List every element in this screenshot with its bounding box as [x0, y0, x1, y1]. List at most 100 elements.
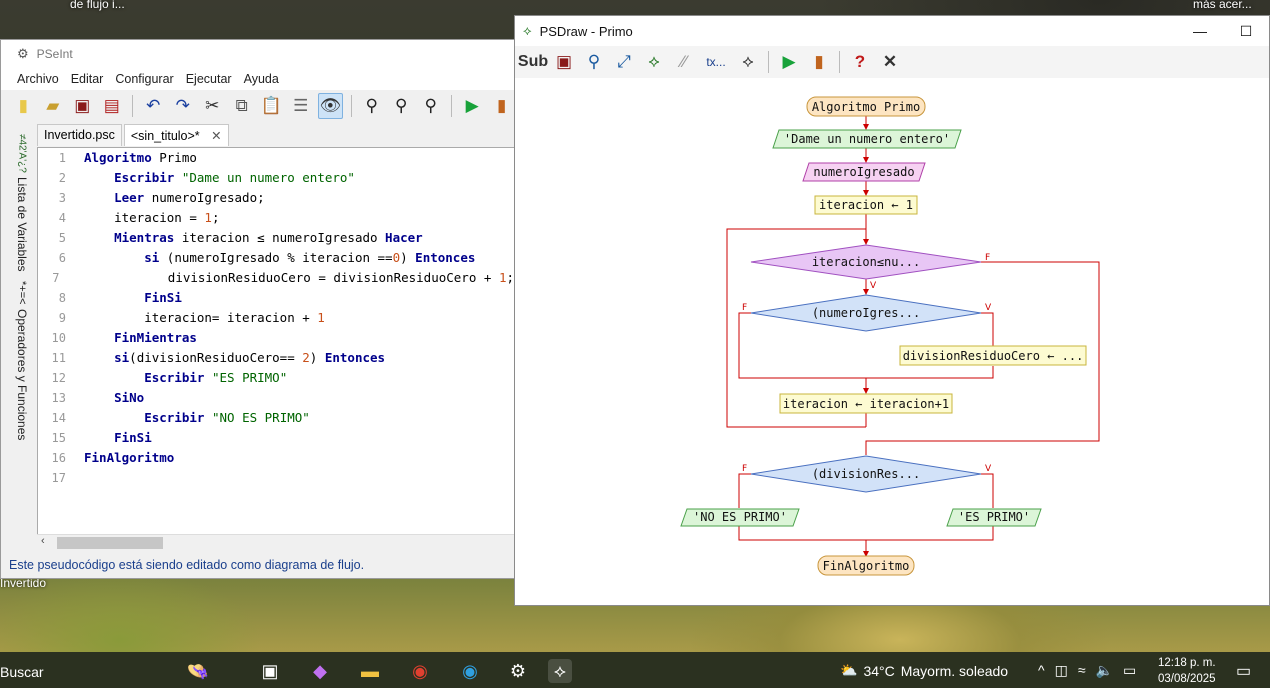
run-icon[interactable]: ▶	[776, 49, 802, 75]
search-box[interactable]: Buscar	[0, 664, 44, 680]
comments-icon[interactable]: ⁄⁄	[671, 49, 697, 75]
copilot-icon[interactable]: ◆	[308, 659, 332, 683]
code-line[interactable]: 7 divisionResiduoCero = divisionResiduoC…	[38, 268, 514, 288]
end-node[interactable]: FinAlgoritmo	[817, 555, 915, 576]
cut-icon[interactable]: ✂	[200, 93, 225, 119]
date: 03/08/2025	[1158, 673, 1216, 685]
weather-widget[interactable]: ⛅ 34°C Mayorm. soleado	[840, 662, 1008, 679]
line-number: 16	[51, 451, 66, 465]
menu-archivo[interactable]: Archivo	[17, 72, 59, 86]
paste-icon[interactable]: 📋	[259, 93, 284, 119]
edge-icon[interactable]: ◉	[458, 659, 482, 683]
menu-configurar[interactable]: Configurar	[115, 72, 173, 86]
psdraw-taskbar-icon[interactable]: ⟡	[548, 659, 572, 683]
code-text: FinMientras	[114, 330, 197, 345]
code-line[interactable]: 4 iteracion = 1;	[38, 208, 514, 228]
code-line[interactable]: 12 Escribir "ES PRIMO"	[38, 368, 514, 388]
while-decision[interactable]: iteracion≤nu...	[750, 244, 982, 280]
tab-sin-titulo[interactable]: <sin_titulo>* ✕	[123, 124, 229, 146]
code-line[interactable]: 8 FinSi	[38, 288, 514, 308]
flowchart-canvas[interactable]: Algoritmo Primo 'Dame un numero entero' …	[515, 78, 1269, 605]
scrollbar-thumb[interactable]	[57, 537, 163, 549]
start-node[interactable]: Algoritmo Primo	[806, 96, 926, 117]
code-line[interactable]: 13 SiNo	[38, 388, 514, 408]
code-line[interactable]: 5 Mientras iteracion ≤ numeroIgresado Ha…	[38, 228, 514, 248]
chrome-icon[interactable]: ◉	[408, 659, 432, 683]
undo-icon[interactable]: ↶	[141, 93, 166, 119]
psdraw-titlebar[interactable]: ⟡ PSDraw - Primo — ☐	[515, 16, 1269, 46]
output-node[interactable]: 'Dame un numero entero'	[772, 129, 962, 149]
code-line[interactable]: 11 si(divisionResiduoCero== 2) Entonces	[38, 348, 514, 368]
tab-invertido[interactable]: Invertido.psc	[37, 124, 122, 146]
pseint-titlebar[interactable]: ⚙ PSeInt	[1, 40, 514, 68]
code-line[interactable]: 10 FinMientras	[38, 328, 514, 348]
code-line[interactable]: 6 si (numeroIgresado % iteracion ==0) En…	[38, 248, 514, 268]
replace-icon[interactable]: ⚲	[419, 93, 444, 119]
open-file-icon[interactable]: ▰	[41, 93, 66, 119]
code-line[interactable]: 3 Leer numeroIgresado;	[38, 188, 514, 208]
hide-icon[interactable]: ⟡	[735, 49, 761, 75]
menu-ejecutar[interactable]: Ejecutar	[186, 72, 232, 86]
volume-icon[interactable]: 🔈	[1096, 662, 1113, 679]
run-icon[interactable]: ▶	[460, 93, 485, 119]
chevron-up-icon[interactable]: ^	[1038, 662, 1045, 679]
scroll-left-icon[interactable]: ‹	[41, 535, 45, 547]
if-decision[interactable]: (divisionRes...	[750, 455, 982, 493]
redo-icon[interactable]: ↷	[170, 93, 195, 119]
minimize-button[interactable]: —	[1177, 16, 1223, 46]
input-node[interactable]: numeroIgresado	[802, 162, 926, 182]
close-icon[interactable]: ✕	[211, 129, 221, 143]
new-file-icon[interactable]: ▮	[11, 93, 36, 119]
copy-icon[interactable]: ⧉	[229, 93, 254, 119]
code-line[interactable]: 15 FinSi	[38, 428, 514, 448]
variables-list-tab[interactable]: Lista de Variables	[15, 177, 29, 272]
subprocess-button[interactable]: Sub	[518, 49, 548, 75]
assign-node[interactable]: iteracion ← 1	[814, 195, 918, 215]
output-node[interactable]: 'ES PRIMO'	[946, 508, 1042, 527]
assign-node[interactable]: iteracion ← iteracion+1	[779, 393, 953, 414]
save-as-icon[interactable]: ▤	[100, 93, 125, 119]
fit-view-icon[interactable]: ⤢	[611, 49, 637, 75]
wifi-icon[interactable]: ≈	[1078, 662, 1086, 679]
if-decision[interactable]: (numeroIgres...	[750, 294, 982, 332]
search-icon[interactable]: ⚲	[360, 93, 385, 119]
horizontal-scrollbar[interactable]: ‹	[37, 534, 515, 550]
file-explorer-icon[interactable]: ▬	[358, 659, 382, 683]
code-line[interactable]: 14 Escribir "NO ES PRIMO"	[38, 408, 514, 428]
zoom-icon[interactable]: ⚲	[581, 49, 607, 75]
code-line[interactable]: 2 Escribir "Dame un numero entero"	[38, 168, 514, 188]
task-view-icon[interactable]: ▣	[258, 659, 282, 683]
assign-node[interactable]: divisionResiduoCero ← ...	[899, 345, 1087, 366]
code-line[interactable]: 16 FinAlgoritmo	[38, 448, 514, 468]
system-tray: ^ ◫ ≈ 🔈 ▭	[1038, 662, 1136, 679]
code-line[interactable]: 1 Algoritmo Primo	[38, 148, 514, 168]
step-icon[interactable]: ▮	[489, 93, 514, 119]
pseint-taskbar-icon[interactable]: ⚙	[506, 659, 530, 683]
desktop-icon-label[interactable]: de flujo i...	[70, 0, 125, 11]
output-node[interactable]: 'NO ES PRIMO'	[680, 508, 800, 527]
color-diagram-icon[interactable]: ⟡	[641, 49, 667, 75]
close-icon[interactable]: ✕	[877, 49, 903, 75]
text-mode-button[interactable]: tx...	[701, 49, 731, 75]
find-next-icon[interactable]: ⚲	[389, 93, 414, 119]
indent-icon[interactable]: ☰	[288, 93, 313, 119]
clock[interactable]: 12:18 p. m. 03/08/2025	[1158, 655, 1216, 687]
meet-icon[interactable]: ◫	[1055, 662, 1068, 679]
notification-icon[interactable]: ▭	[1236, 661, 1251, 681]
flowchart-view-icon[interactable]: 👁	[317, 93, 343, 119]
menu-ayuda[interactable]: Ayuda	[244, 72, 279, 86]
true-flag: V	[870, 281, 877, 291]
desktop-icon-label[interactable]: más acer...	[1193, 0, 1252, 11]
maximize-button[interactable]: ☐	[1223, 16, 1269, 46]
save-icon[interactable]: ▣	[551, 49, 577, 75]
save-icon[interactable]: ▣	[70, 93, 95, 119]
code-line[interactable]: 9 iteracion= iteracion + 1	[38, 308, 514, 328]
code-line[interactable]: 17	[38, 468, 514, 488]
help-icon[interactable]: ?	[847, 49, 873, 75]
search-highlight-icon[interactable]: 👒	[178, 659, 218, 683]
battery-icon[interactable]: ▭	[1123, 662, 1136, 679]
menu-editar[interactable]: Editar	[71, 72, 104, 86]
step-icon[interactable]: ▮	[806, 49, 832, 75]
code-editor[interactable]: 1 Algoritmo Primo 2 Escribir "Dame un nume…	[37, 147, 515, 550]
operators-functions-tab[interactable]: Operadores y Funciones	[15, 309, 29, 440]
